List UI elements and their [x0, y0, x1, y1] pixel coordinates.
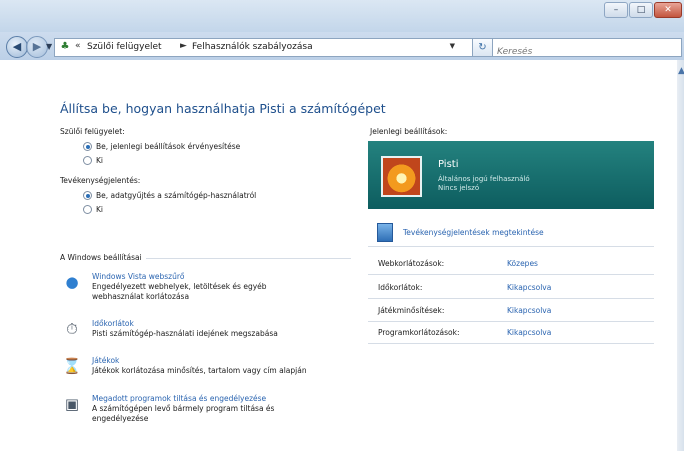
radio-label: Ki: [96, 205, 104, 214]
setting-time-limits[interactable]: ⏱ Időkorlátok Pisti számítógép-használat…: [62, 319, 278, 339]
radio-label: Ki: [96, 156, 104, 165]
web-restrictions-label: Webkorlátozások:: [378, 259, 445, 268]
user-role: Általános jogú felhasználó: [438, 175, 530, 183]
windows-settings-label: A Windows beállításai: [60, 253, 142, 262]
search-input[interactable]: [493, 43, 661, 61]
setting-description: Pisti számítógép-használati idejének meg…: [92, 329, 278, 338]
breadcrumb-overflow[interactable]: «: [75, 41, 81, 51]
games-link[interactable]: Játékok: [92, 356, 307, 366]
programs-icon: ▣: [64, 395, 80, 413]
setting-web-filter[interactable]: ● Windows Vista webszűrő Engedélyezett w…: [62, 272, 267, 302]
current-settings-label: Jelenlegi beállítások:: [370, 127, 448, 136]
address-bar[interactable]: ♣ « Szülői felügyelet ► Felhasználók sza…: [54, 38, 474, 57]
close-button[interactable]: ✕: [654, 2, 682, 18]
back-arrow-icon: ◀: [12, 40, 22, 53]
activity-reporting-label: Tevékenységjelentés:: [60, 176, 141, 185]
window: – □ ✕ ◀ ▶ ▼ ♣ « Szülői felügyelet ► Felh…: [0, 0, 684, 451]
divider: [368, 246, 654, 247]
games-icon: ⌛: [62, 357, 82, 375]
parental-control-off-radio[interactable]: Ki: [83, 156, 103, 165]
window-controls: – □ ✕: [603, 2, 682, 18]
time-limits-link[interactable]: Időkorlátok: [92, 319, 278, 329]
recent-pages-dropdown[interactable]: ▼: [46, 42, 52, 51]
divider: [368, 298, 654, 299]
program-restrictions-value[interactable]: Kikapcsolva: [507, 328, 551, 337]
divider: [368, 321, 654, 322]
program-restrictions-label: Programkorlátozások:: [378, 328, 460, 337]
forward-arrow-icon: ▶: [32, 40, 42, 53]
radio-dot[interactable]: [83, 142, 92, 151]
content-area: Állítsa be, hogyan használhatja Pisti a …: [0, 60, 677, 451]
title-bar: – □ ✕: [0, 0, 684, 32]
breadcrumb-separator[interactable]: ►: [180, 41, 187, 51]
control-panel-icon: ♣: [60, 41, 70, 52]
radio-dot[interactable]: [83, 191, 92, 200]
setting-description: webhasználat korlátozása: [92, 292, 190, 301]
clock-icon: ⏱: [66, 320, 78, 338]
globe-icon: ●: [65, 273, 79, 291]
parental-control-label: Szülői felügyelet:: [60, 127, 125, 136]
radio-dot[interactable]: [83, 205, 92, 214]
user-name: Pisti: [438, 159, 459, 170]
minimize-button[interactable]: –: [604, 2, 628, 18]
divider: [368, 343, 654, 344]
page-title: Állítsa be, hogyan használhatja Pisti a …: [60, 101, 386, 116]
game-ratings-value[interactable]: Kikapcsolva: [507, 306, 551, 315]
breadcrumb-user-controls[interactable]: Felhasználók szabályozása: [192, 42, 313, 52]
web-restrictions-value[interactable]: Közepes: [507, 259, 538, 268]
avatar: [381, 156, 422, 197]
divider: [146, 258, 351, 259]
refresh-button[interactable]: ↻: [472, 38, 493, 57]
radio-dot[interactable]: [83, 156, 92, 165]
search-box[interactable]: [492, 38, 682, 61]
web-filter-link[interactable]: Windows Vista webszűrő: [92, 272, 267, 282]
setting-description: Játékok korlátozása minősítés, tartalom …: [92, 366, 307, 375]
radio-label: Be, adatgyűjtés a számítógép-használatró…: [96, 191, 257, 200]
game-ratings-label: Játékminősítések:: [378, 306, 445, 315]
view-activity-reports-link[interactable]: Tevékenységjelentések megtekintése: [377, 223, 544, 242]
forward-button[interactable]: ▶: [26, 36, 48, 58]
divider: [368, 274, 654, 275]
navigation-bar: ◀ ▶ ▼ ♣ « Szülői felügyelet ► Felhasznál…: [0, 32, 684, 61]
setting-description: Engedélyezett webhelyek, letöltések és e…: [92, 282, 267, 291]
activity-reporting-off-radio[interactable]: Ki: [83, 205, 103, 214]
radio-label: Be, jelenlegi beállítások érvényesítése: [96, 142, 241, 151]
user-panel: Pisti Általános jogú felhasználó Nincs j…: [368, 141, 654, 209]
parental-control-on-radio[interactable]: Be, jelenlegi beállítások érvényesítése: [83, 142, 240, 151]
report-icon: [377, 223, 393, 242]
view-activity-reports-label[interactable]: Tevékenységjelentések megtekintése: [403, 228, 544, 237]
address-dropdown-icon[interactable]: ▼: [450, 42, 455, 50]
time-limits-label: Időkorlátok:: [378, 283, 423, 292]
breadcrumb-parental-controls[interactable]: Szülői felügyelet: [87, 42, 162, 52]
setting-description: A számítógépen levő bármely program tilt…: [92, 404, 275, 413]
setting-allow-block-programs[interactable]: ▣ Megadott programok tiltása és engedély…: [62, 394, 275, 424]
allow-block-programs-link[interactable]: Megadott programok tiltása és engedélyez…: [92, 394, 274, 404]
time-limits-value[interactable]: Kikapcsolva: [507, 283, 551, 292]
maximize-button[interactable]: □: [629, 2, 653, 18]
help-icon[interactable]: ▲: [678, 66, 684, 76]
setting-description: engedélyezése: [92, 414, 149, 423]
user-password-status: Nincs jelszó: [438, 184, 480, 192]
right-edge-bar: [677, 60, 684, 451]
back-button[interactable]: ◀: [6, 36, 28, 58]
setting-games[interactable]: ⌛ Játékok Játékok korlátozása minősítés,…: [62, 356, 307, 376]
activity-reporting-on-radio[interactable]: Be, adatgyűjtés a számítógép-használatró…: [83, 191, 256, 200]
